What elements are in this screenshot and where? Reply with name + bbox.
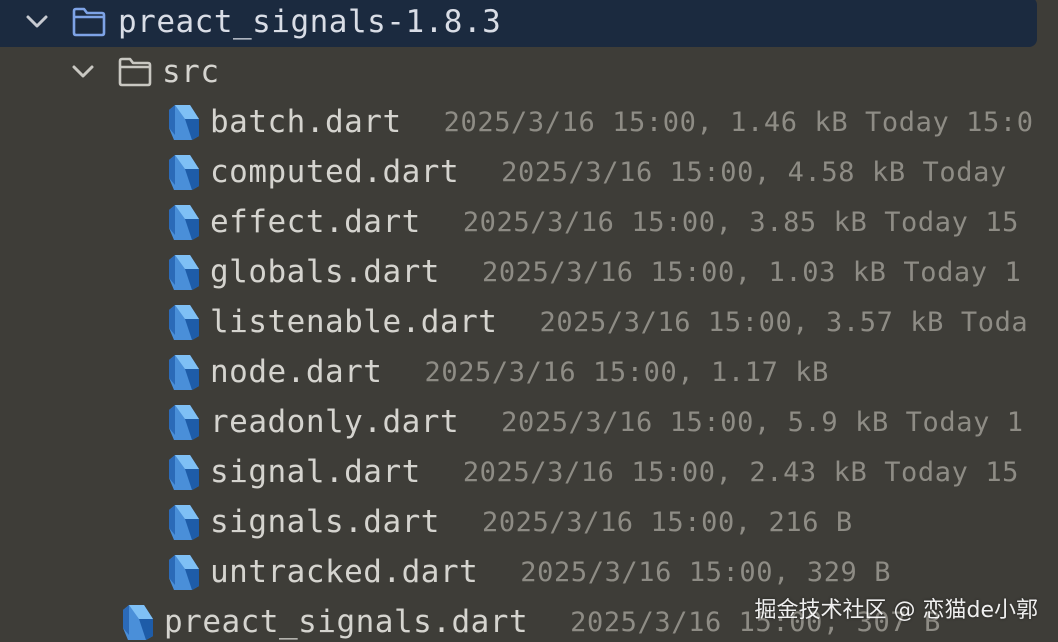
file-meta: 2025/3/16 15:00, 1.03 kB Today 1: [481, 256, 1022, 288]
dart-file-icon: [166, 102, 202, 142]
file-name: effect.dart: [210, 204, 421, 240]
tree-row-file[interactable]: effect.dart 2025/3/16 15:00, 3.85 kB Tod…: [0, 197, 1058, 247]
folder-icon: [116, 57, 154, 87]
dart-file-icon: [166, 202, 202, 242]
tree-row-file[interactable]: computed.dart 2025/3/16 15:00, 4.58 kB T…: [0, 147, 1058, 197]
chevron-down-icon[interactable]: [68, 57, 98, 87]
file-name: signals.dart: [210, 504, 440, 540]
chevron-down-icon[interactable]: [22, 7, 52, 37]
tree-row-file[interactable]: readonly.dart 2025/3/16 15:00, 5.9 kB To…: [0, 397, 1058, 447]
file-meta: 2025/3/16 15:00, 2.43 kB Today 15: [462, 456, 1020, 488]
file-meta: 2025/3/16 15:00, 329 B: [520, 556, 892, 588]
tree-row-file[interactable]: signals.dart 2025/3/16 15:00, 216 B: [0, 497, 1058, 547]
dart-file-icon: [166, 302, 202, 342]
file-meta: 2025/3/16 15:00, 4.58 kB Today: [501, 156, 1007, 188]
file-name: computed.dart: [210, 154, 460, 190]
dart-file-icon: [120, 602, 156, 642]
dart-file-icon: [166, 452, 202, 492]
project-file-tree: preact_signals-1.8.3 src batch.dart 2025…: [0, 0, 1058, 642]
file-meta: 2025/3/16 15:00, 216 B: [481, 506, 853, 538]
src-folder-name: src: [162, 54, 220, 90]
tree-row-file[interactable]: signal.dart 2025/3/16 15:00, 2.43 kB Tod…: [0, 447, 1058, 497]
dart-file-icon: [166, 502, 202, 542]
file-meta: 2025/3/16 15:00, 3.57 kB Toda: [539, 306, 1029, 338]
dart-file-icon: [166, 552, 202, 592]
file-name: signal.dart: [210, 454, 421, 490]
file-name: batch.dart: [210, 104, 402, 140]
file-meta: 2025/3/16 15:00, 1.46 kB Today 15:0: [443, 106, 1034, 138]
dart-file-icon: [166, 152, 202, 192]
file-name: listenable.dart: [210, 304, 498, 340]
dart-file-icon: [166, 402, 202, 442]
tree-row-file[interactable]: globals.dart 2025/3/16 15:00, 1.03 kB To…: [0, 247, 1058, 297]
watermark: 掘金技术社区 @ 恋猫de小郭: [754, 598, 1039, 623]
file-meta: 2025/3/16 15:00, 1.17 kB: [424, 356, 830, 388]
tree-row-src-folder[interactable]: src: [0, 47, 1058, 97]
file-name: globals.dart: [210, 254, 440, 290]
dart-file-icon: [166, 252, 202, 292]
tree-row-file[interactable]: node.dart 2025/3/16 15:00, 1.17 kB: [0, 347, 1058, 397]
file-name: node.dart: [210, 354, 383, 390]
dart-file-icon: [166, 352, 202, 392]
tree-row-file[interactable]: batch.dart 2025/3/16 15:00, 1.46 kB Toda…: [0, 97, 1058, 147]
tree-row-file[interactable]: untracked.dart 2025/3/16 15:00, 329 B: [0, 547, 1058, 597]
file-meta: 2025/3/16 15:00, 3.85 kB Today 15: [462, 206, 1020, 238]
tree-row-file[interactable]: listenable.dart 2025/3/16 15:00, 3.57 kB…: [0, 297, 1058, 347]
file-name: preact_signals.dart: [164, 604, 529, 640]
tree-row-root-folder[interactable]: preact_signals-1.8.3: [0, 0, 1037, 47]
file-meta: 2025/3/16 15:00, 5.9 kB Today 1: [501, 406, 1024, 438]
file-name: readonly.dart: [210, 404, 460, 440]
root-folder-name: preact_signals-1.8.3: [118, 4, 502, 40]
file-name: untracked.dart: [210, 554, 479, 590]
folder-icon: [70, 7, 108, 37]
